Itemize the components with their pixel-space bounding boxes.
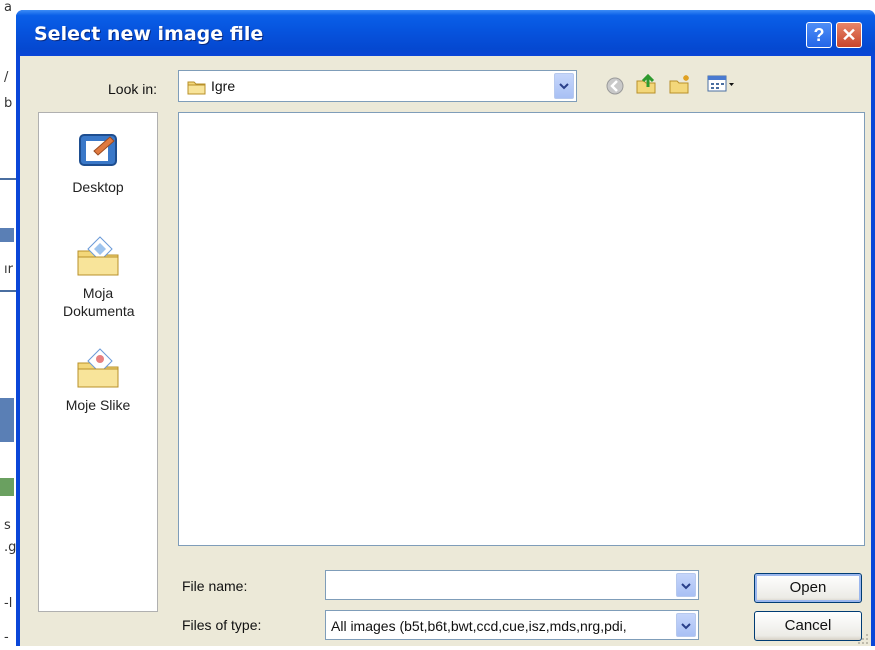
title-bar[interactable]: Select new image file ? ✕ (16, 10, 875, 56)
dialog-client-area: Look in: Igre Desktop Moja Dokumenta Moj… (20, 56, 871, 646)
folder-icon (187, 79, 207, 100)
desktop-icon (74, 134, 122, 174)
place-label: Moja Dokumenta (63, 285, 135, 319)
place-desktop[interactable]: Desktop (39, 131, 157, 196)
dialog-title: Select new image file (34, 23, 264, 45)
background-text-fragment: - (4, 630, 9, 645)
background-text-fragment: ır (4, 262, 13, 277)
background-text-fragment: a (4, 0, 12, 15)
help-icon: ? (813, 25, 825, 45)
chevron-down-icon (681, 577, 691, 593)
file-open-dialog: Select new image file ? ✕ Look in: Igre (16, 10, 875, 646)
cancel-button[interactable]: Cancel (754, 611, 862, 641)
up-folder-icon[interactable] (635, 73, 657, 100)
look-in-value: Igre (211, 78, 236, 94)
my-pictures-icon (74, 348, 122, 392)
help-button[interactable]: ? (806, 22, 832, 48)
background-text-fragment: -l (4, 596, 13, 611)
my-documents-icon (74, 236, 122, 280)
background-band (0, 398, 14, 442)
resize-grip-icon[interactable] (857, 632, 869, 644)
close-icon: ✕ (841, 25, 857, 45)
background-text-fragment: / (4, 70, 9, 85)
background-band (0, 478, 14, 496)
background-text-fragment: s (4, 518, 11, 533)
background-text-fragment: b (4, 96, 13, 111)
file-name-dropdown-arrow[interactable] (676, 573, 696, 597)
file-type-select[interactable]: All images (b5t,b6t,bwt,ccd,cue,isz,mds,… (325, 610, 699, 640)
close-button[interactable]: ✕ (836, 22, 862, 48)
place-my-documents[interactable]: Moja Dokumenta (39, 233, 157, 320)
background-text-fragment: .g (4, 540, 17, 555)
place-label: Moje Slike (65, 397, 131, 413)
look-in-label: Look in: (108, 81, 158, 97)
back-icon[interactable] (605, 76, 625, 101)
file-type-value: All images (b5t,b6t,bwt,ccd,cue,isz,mds,… (331, 618, 627, 634)
look-in-dropdown[interactable]: Igre (178, 70, 577, 102)
look-in-dropdown-arrow[interactable] (554, 73, 574, 99)
chevron-down-icon (559, 77, 569, 95)
file-name-label: File name: (182, 578, 248, 594)
open-button[interactable]: Open (754, 573, 862, 603)
place-label: Desktop (72, 179, 124, 195)
new-folder-icon[interactable] (668, 73, 692, 100)
background-band (0, 228, 14, 242)
place-my-pictures[interactable]: Moje Slike (39, 345, 157, 414)
file-list-view[interactable] (178, 112, 865, 546)
places-bar: Desktop Moja Dokumenta Moje Slike (38, 112, 158, 612)
file-name-input[interactable] (325, 570, 699, 600)
view-menu-icon[interactable] (707, 74, 735, 99)
chevron-down-icon (681, 617, 691, 633)
file-type-label: Files of type: (182, 617, 262, 633)
file-type-dropdown-arrow[interactable] (676, 613, 696, 637)
